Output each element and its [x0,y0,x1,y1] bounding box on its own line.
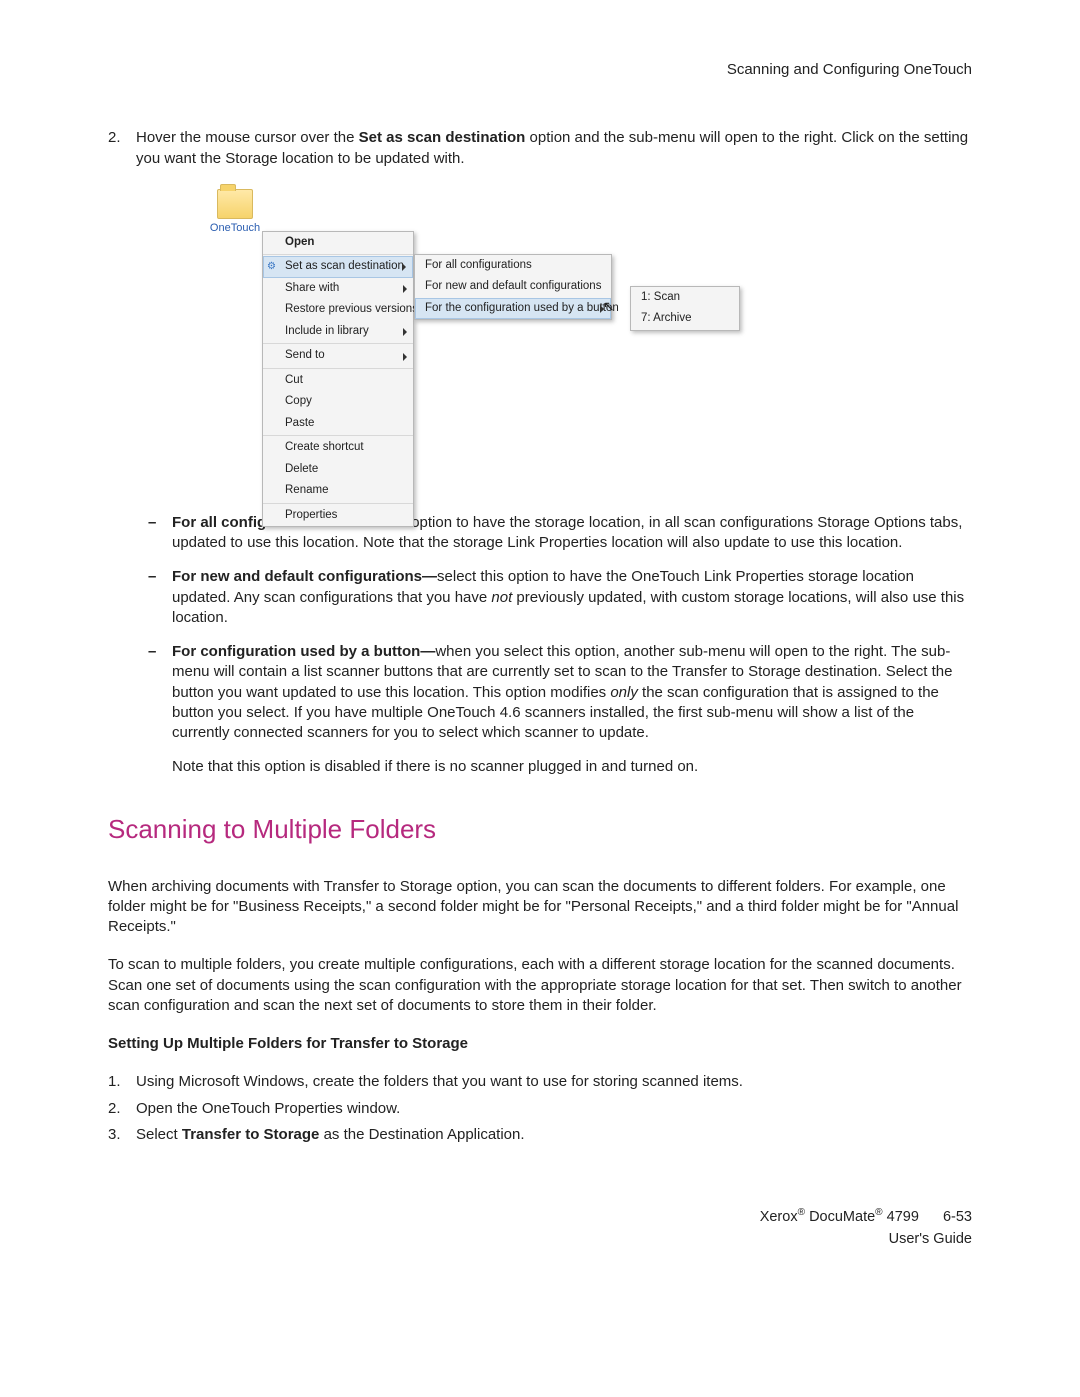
bi: not [491,589,512,606]
txt: Select Transfer to Storage as the Destin… [136,1125,972,1145]
lbl: Set as scan destination [285,260,404,272]
sub-menu-buttons: 1: Scan 7: Archive [630,286,740,331]
menu-rename[interactable]: Rename [263,480,413,504]
t: as the Destination Application. [319,1126,524,1143]
screenshot-figure: OneTouch Open ⚙ Set as scan destination S… [208,189,972,489]
paragraph: When archiving documents with Transfer t… [108,877,972,938]
chevron-right-icon [403,353,407,361]
scan-dest-icon: ⚙ [267,260,281,274]
lbl: Include in library [285,325,369,337]
bt: For configuration used by a button— [172,643,435,660]
lbl: Share with [285,282,339,294]
bullet-item: – For configuration used by a button—whe… [148,642,972,743]
t: Hover the mouse cursor over the [136,129,359,146]
f1a: Xerox [760,1209,798,1225]
page-number: 6-53 [943,1207,972,1229]
lbl: For the configuration used by a button [425,302,619,314]
menu-send-to[interactable]: Send to [263,345,413,369]
folder-icon [217,189,253,219]
tb: Transfer to Storage [182,1126,320,1143]
chevron-right-icon [402,263,406,271]
menu-restore[interactable]: Restore previous versions [263,299,413,321]
submenu-btn-archive[interactable]: 7: Archive [631,308,739,330]
submenu-by-button[interactable]: For the configuration used by a button [415,298,611,320]
step-text: Hover the mouse cursor over the Set as s… [136,128,972,169]
dash: – [148,513,172,554]
menu-delete[interactable]: Delete [263,459,413,481]
txt: Using Microsoft Windows, create the fold… [136,1072,972,1092]
paragraph: To scan to multiple folders, you create … [108,955,972,1016]
folder-item[interactable]: OneTouch [208,189,262,236]
menu-paste[interactable]: Paste [263,413,413,437]
menu-copy[interactable]: Copy [263,391,413,413]
list-item: 2. Open the OneTouch Properties window. [108,1099,972,1119]
num: 2. [108,1099,136,1119]
step-2: 2. Hover the mouse cursor over the Set a… [108,128,972,169]
folder-label: OneTouch [208,221,262,236]
f1b: DocuMate [805,1209,875,1225]
ordered-list: 1. Using Microsoft Windows, create the f… [108,1072,972,1145]
list-item: 1. Using Microsoft Windows, create the f… [108,1072,972,1092]
bullet-text: For new and default configurations—selec… [172,567,972,628]
num: 3. [108,1125,136,1145]
menu-open[interactable]: Open [263,232,413,256]
bi: only [610,684,638,701]
bullet-item: – For new and default configurations—sel… [148,567,972,628]
sub-menu-configs: For all configurations For new and defau… [414,254,612,321]
f1c: 4799 [883,1209,919,1225]
menu-share-with[interactable]: Share with [263,278,413,300]
page-footer: Xerox® DocuMate® 4799 6-53 User's Guide [108,1205,972,1250]
dash: – [148,642,172,743]
section-heading: Scanning to Multiple Folders [108,812,972,847]
txt: Open the OneTouch Properties window. [136,1099,972,1119]
num: 1. [108,1072,136,1092]
t: Select [136,1126,182,1143]
submenu-btn-scan[interactable]: 1: Scan [631,287,739,309]
menu-include-library[interactable]: Include in library [263,321,413,345]
bt: For new and default configurations— [172,568,437,585]
submenu-new-default[interactable]: For new and default configurations [415,276,611,298]
menu-create-shortcut[interactable]: Create shortcut [263,437,413,459]
footer-line2: User's Guide [108,1229,972,1251]
bullet-text: For configuration used by a button—when … [172,642,972,743]
sub-heading: Setting Up Multiple Folders for Transfer… [108,1034,972,1054]
context-menu: Open ⚙ Set as scan destination Share with… [262,231,414,528]
reg-icon: ® [875,1207,882,1218]
page-header: Scanning and Configuring OneTouch [108,60,972,80]
reg-icon: ® [798,1207,805,1218]
t-bold: Set as scan destination [359,129,526,146]
mouse-cursor-icon: ↖ [603,297,615,316]
list-item: 3. Select Transfer to Storage as the Des… [108,1125,972,1145]
chevron-right-icon [403,328,407,336]
dash: – [148,567,172,628]
submenu-all-configs[interactable]: For all configurations [415,255,611,277]
lbl: Send to [285,349,325,361]
menu-set-scan-dest[interactable]: ⚙ Set as scan destination [263,256,413,278]
chevron-right-icon [403,285,407,293]
menu-properties[interactable]: Properties [263,505,413,527]
menu-cut[interactable]: Cut [263,370,413,392]
note-text: Note that this option is disabled if the… [172,757,972,777]
step-number: 2. [108,128,136,169]
